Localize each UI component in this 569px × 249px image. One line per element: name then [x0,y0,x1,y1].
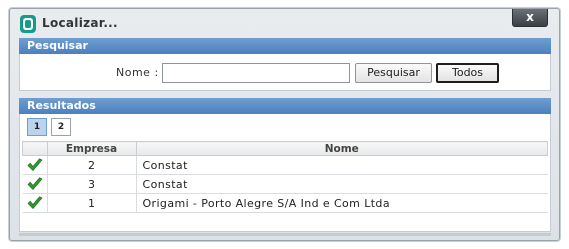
nome-input[interactable] [162,63,350,83]
app-logo-icon [20,15,36,33]
nome-cell: Origami - Porto Alegre S/A Ind e Com Ltd… [135,193,548,213]
window-title: Localizar... [42,16,118,30]
table-row[interactable]: 1 Origami - Porto Alegre S/A Ind e Com L… [22,193,548,213]
table-row[interactable]: 3 Constat [22,174,548,194]
column-header-empresa[interactable]: Empresa [46,141,137,156]
empresa-cell: 1 [46,193,136,213]
table-row[interactable]: 2 Constat [22,155,548,175]
close-button[interactable]: x [512,9,548,27]
search-section-header: Pesquisar [19,38,551,54]
page-button-2[interactable]: 2 [51,118,71,136]
results-section-header: Resultados [19,98,551,114]
pagination: 1 2 [27,118,71,136]
row-status-cell [22,174,47,194]
dialog-footer [19,233,551,236]
pesquisar-button[interactable]: Pesquisar [355,63,432,83]
search-section: Nome : Pesquisar Todos [19,54,551,91]
column-header-nome[interactable]: Nome [135,141,548,156]
results-section: 1 2 Empresa Nome 2 Constat 3 Constat 1 O… [19,114,551,232]
results-table: Empresa Nome 2 Constat 3 Constat 1 Origa… [22,141,548,213]
checkmark-icon [27,158,42,171]
column-header-status [22,141,48,156]
row-status-cell [22,193,47,213]
title-bar[interactable]: Localizar... x [10,9,559,37]
nome-cell: Constat [135,155,548,175]
empresa-cell: 3 [46,174,136,194]
row-status-cell [22,155,47,175]
table-header-row: Empresa Nome [22,141,548,156]
page-button-1[interactable]: 1 [27,118,47,136]
localizar-dialog: Localizar... x Pesquisar Nome : Pesquisa… [9,8,560,241]
nome-cell: Constat [135,174,548,194]
checkmark-icon [27,177,42,190]
empresa-cell: 2 [46,155,136,175]
todos-button[interactable]: Todos [436,63,499,83]
nome-label: Nome : [116,66,159,79]
checkmark-icon [27,196,42,209]
